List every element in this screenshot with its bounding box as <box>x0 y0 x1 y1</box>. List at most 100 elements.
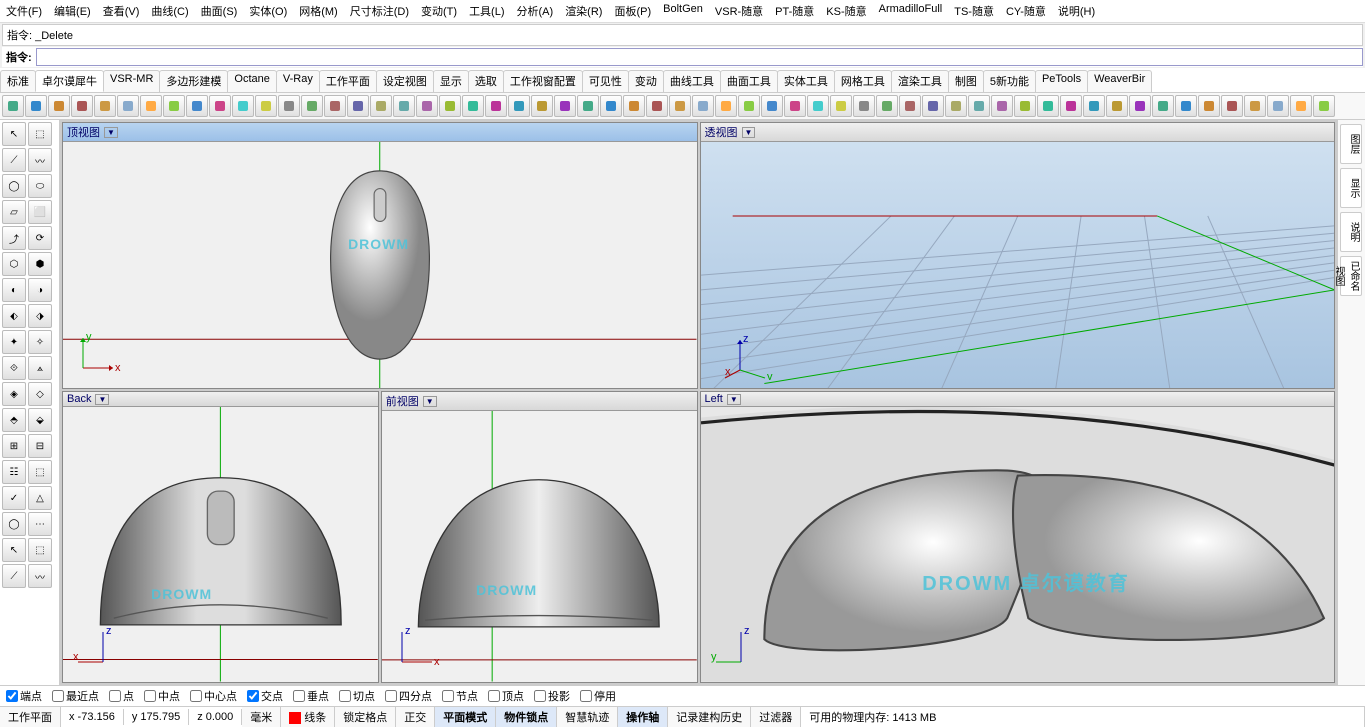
toolbar-tab[interactable]: 渲染工具 <box>891 70 949 92</box>
toolbar-button[interactable] <box>807 95 829 117</box>
osnap-checkbox[interactable] <box>488 690 500 702</box>
toolbar-button[interactable] <box>1060 95 1082 117</box>
status-units[interactable]: 毫米 <box>242 707 281 727</box>
toolbar-button[interactable] <box>554 95 576 117</box>
toolbar-button[interactable] <box>48 95 70 117</box>
side-tool-button[interactable]: ⬡ <box>2 252 26 276</box>
toolbar-button[interactable] <box>646 95 668 117</box>
side-tool-button[interactable]: ◇ <box>28 382 52 406</box>
status-cplane[interactable]: 工作平面 <box>0 707 61 727</box>
toolbar-tab[interactable]: 实体工具 <box>777 70 835 92</box>
side-tool-button[interactable]: ⊟ <box>28 434 52 458</box>
osnap-option[interactable]: 顶点 <box>488 688 524 704</box>
menu-item[interactable]: 面板(P) <box>612 2 653 20</box>
side-tool-button[interactable]: ⟳ <box>28 226 52 250</box>
toolbar-button[interactable] <box>784 95 806 117</box>
toolbar-tab[interactable]: 设定视图 <box>376 70 434 92</box>
toolbar-button[interactable] <box>577 95 599 117</box>
side-tool-button[interactable]: ◐ <box>2 278 26 302</box>
viewport-title-bar[interactable]: 顶视图 ▼ <box>63 123 697 142</box>
toolbar-tab[interactable]: 工作平面 <box>319 70 377 92</box>
status-osnap[interactable]: 物件锁点 <box>496 707 557 727</box>
toolbar-button[interactable] <box>163 95 185 117</box>
side-tool-button[interactable]: ⬘ <box>2 408 26 432</box>
toolbar-button[interactable] <box>1244 95 1266 117</box>
toolbar-button[interactable] <box>209 95 231 117</box>
side-tool-button[interactable]: ↖ <box>2 538 26 562</box>
osnap-checkbox[interactable] <box>293 690 305 702</box>
toolbar-button[interactable] <box>439 95 461 117</box>
toolbar-button[interactable] <box>462 95 484 117</box>
side-tool-button[interactable]: ⬭ <box>28 174 52 198</box>
menu-item[interactable]: 网格(M) <box>297 2 340 20</box>
side-tool-button[interactable]: ◯ <box>2 512 26 536</box>
side-tool-button[interactable]: 〰 <box>28 148 52 172</box>
toolbar-button[interactable] <box>1313 95 1335 117</box>
osnap-option[interactable]: 四分点 <box>385 688 432 704</box>
toolbar-button[interactable] <box>117 95 139 117</box>
menu-item[interactable]: BoltGen <box>661 2 705 20</box>
toolbar-tab[interactable]: VSR-MR <box>103 70 160 92</box>
toolbar-tab[interactable]: V-Ray <box>276 70 320 92</box>
viewport-title-bar[interactable]: 前视图 ▼ <box>382 392 697 411</box>
toolbar-button[interactable] <box>623 95 645 117</box>
toolbar-button[interactable] <box>1175 95 1197 117</box>
toolbar-button[interactable] <box>2 95 24 117</box>
toolbar-button[interactable] <box>25 95 47 117</box>
osnap-option[interactable]: 中心点 <box>190 688 237 704</box>
menu-item[interactable]: 渲染(R) <box>563 2 604 20</box>
osnap-checkbox[interactable] <box>109 690 121 702</box>
osnap-checkbox[interactable] <box>144 690 156 702</box>
side-tool-button[interactable]: ⬚ <box>28 538 52 562</box>
status-gridsnap[interactable]: 锁定格点 <box>335 707 396 727</box>
side-tool-button[interactable]: ◯ <box>2 174 26 198</box>
osnap-option[interactable]: 中点 <box>144 688 180 704</box>
osnap-option[interactable]: 最近点 <box>52 688 99 704</box>
right-panel-tab[interactable]: 说明 <box>1340 212 1362 252</box>
toolbar-button[interactable] <box>600 95 622 117</box>
side-tool-button[interactable]: ⬚ <box>28 122 52 146</box>
viewport-left[interactable]: Left ▼ DROWM 卓尔谟教育 yz <box>700 391 1336 683</box>
toolbar-tab[interactable]: WeaverBir <box>1087 70 1152 92</box>
status-history[interactable]: 记录建构历史 <box>668 707 751 727</box>
status-gumball[interactable]: 操作轴 <box>618 707 668 727</box>
osnap-checkbox[interactable] <box>190 690 202 702</box>
toolbar-button[interactable] <box>347 95 369 117</box>
menu-item[interactable]: 实体(O) <box>247 2 289 20</box>
side-tool-button[interactable]: ◑ <box>28 278 52 302</box>
toolbar-button[interactable] <box>991 95 1013 117</box>
toolbar-tab[interactable]: 网格工具 <box>834 70 892 92</box>
viewport-dropdown-icon[interactable]: ▼ <box>95 394 109 405</box>
viewport-dropdown-icon[interactable]: ▼ <box>104 127 118 138</box>
menu-item[interactable]: KS-随意 <box>824 2 868 20</box>
osnap-option[interactable]: 停用 <box>580 688 616 704</box>
side-tool-button[interactable]: △ <box>28 486 52 510</box>
viewport-back[interactable]: Back ▼ DROWM xz <box>62 391 379 683</box>
menu-item[interactable]: ArmadilloFull <box>877 2 945 20</box>
menu-item[interactable]: 编辑(E) <box>52 2 93 20</box>
status-planar[interactable]: 平面模式 <box>435 707 496 727</box>
toolbar-button[interactable] <box>1221 95 1243 117</box>
menu-item[interactable]: 曲面(S) <box>199 2 240 20</box>
toolbar-button[interactable] <box>692 95 714 117</box>
osnap-checkbox[interactable] <box>6 690 18 702</box>
osnap-checkbox[interactable] <box>385 690 397 702</box>
toolbar-tab[interactable]: 多边形建模 <box>159 70 228 92</box>
toolbar-button[interactable] <box>1267 95 1289 117</box>
toolbar-button[interactable] <box>968 95 990 117</box>
osnap-option[interactable]: 点 <box>109 688 134 704</box>
toolbar-button[interactable] <box>1129 95 1151 117</box>
toolbar-button[interactable] <box>1037 95 1059 117</box>
viewport-title-bar[interactable]: 透视图 ▼ <box>701 123 1335 142</box>
viewport-front[interactable]: 前视图 ▼ DROWM xz <box>381 391 698 683</box>
side-tool-button[interactable]: ⟋ <box>2 564 26 588</box>
toolbar-button[interactable] <box>830 95 852 117</box>
side-tool-button[interactable]: ⬙ <box>28 408 52 432</box>
toolbar-button[interactable] <box>669 95 691 117</box>
command-input[interactable] <box>36 48 1363 66</box>
menu-item[interactable]: 说明(H) <box>1056 2 1097 20</box>
side-tool-button[interactable]: ⬗ <box>28 304 52 328</box>
side-tool-button[interactable]: ⟋ <box>2 148 26 172</box>
osnap-option[interactable]: 垂点 <box>293 688 329 704</box>
toolbar-tab[interactable]: 5新功能 <box>983 70 1036 92</box>
